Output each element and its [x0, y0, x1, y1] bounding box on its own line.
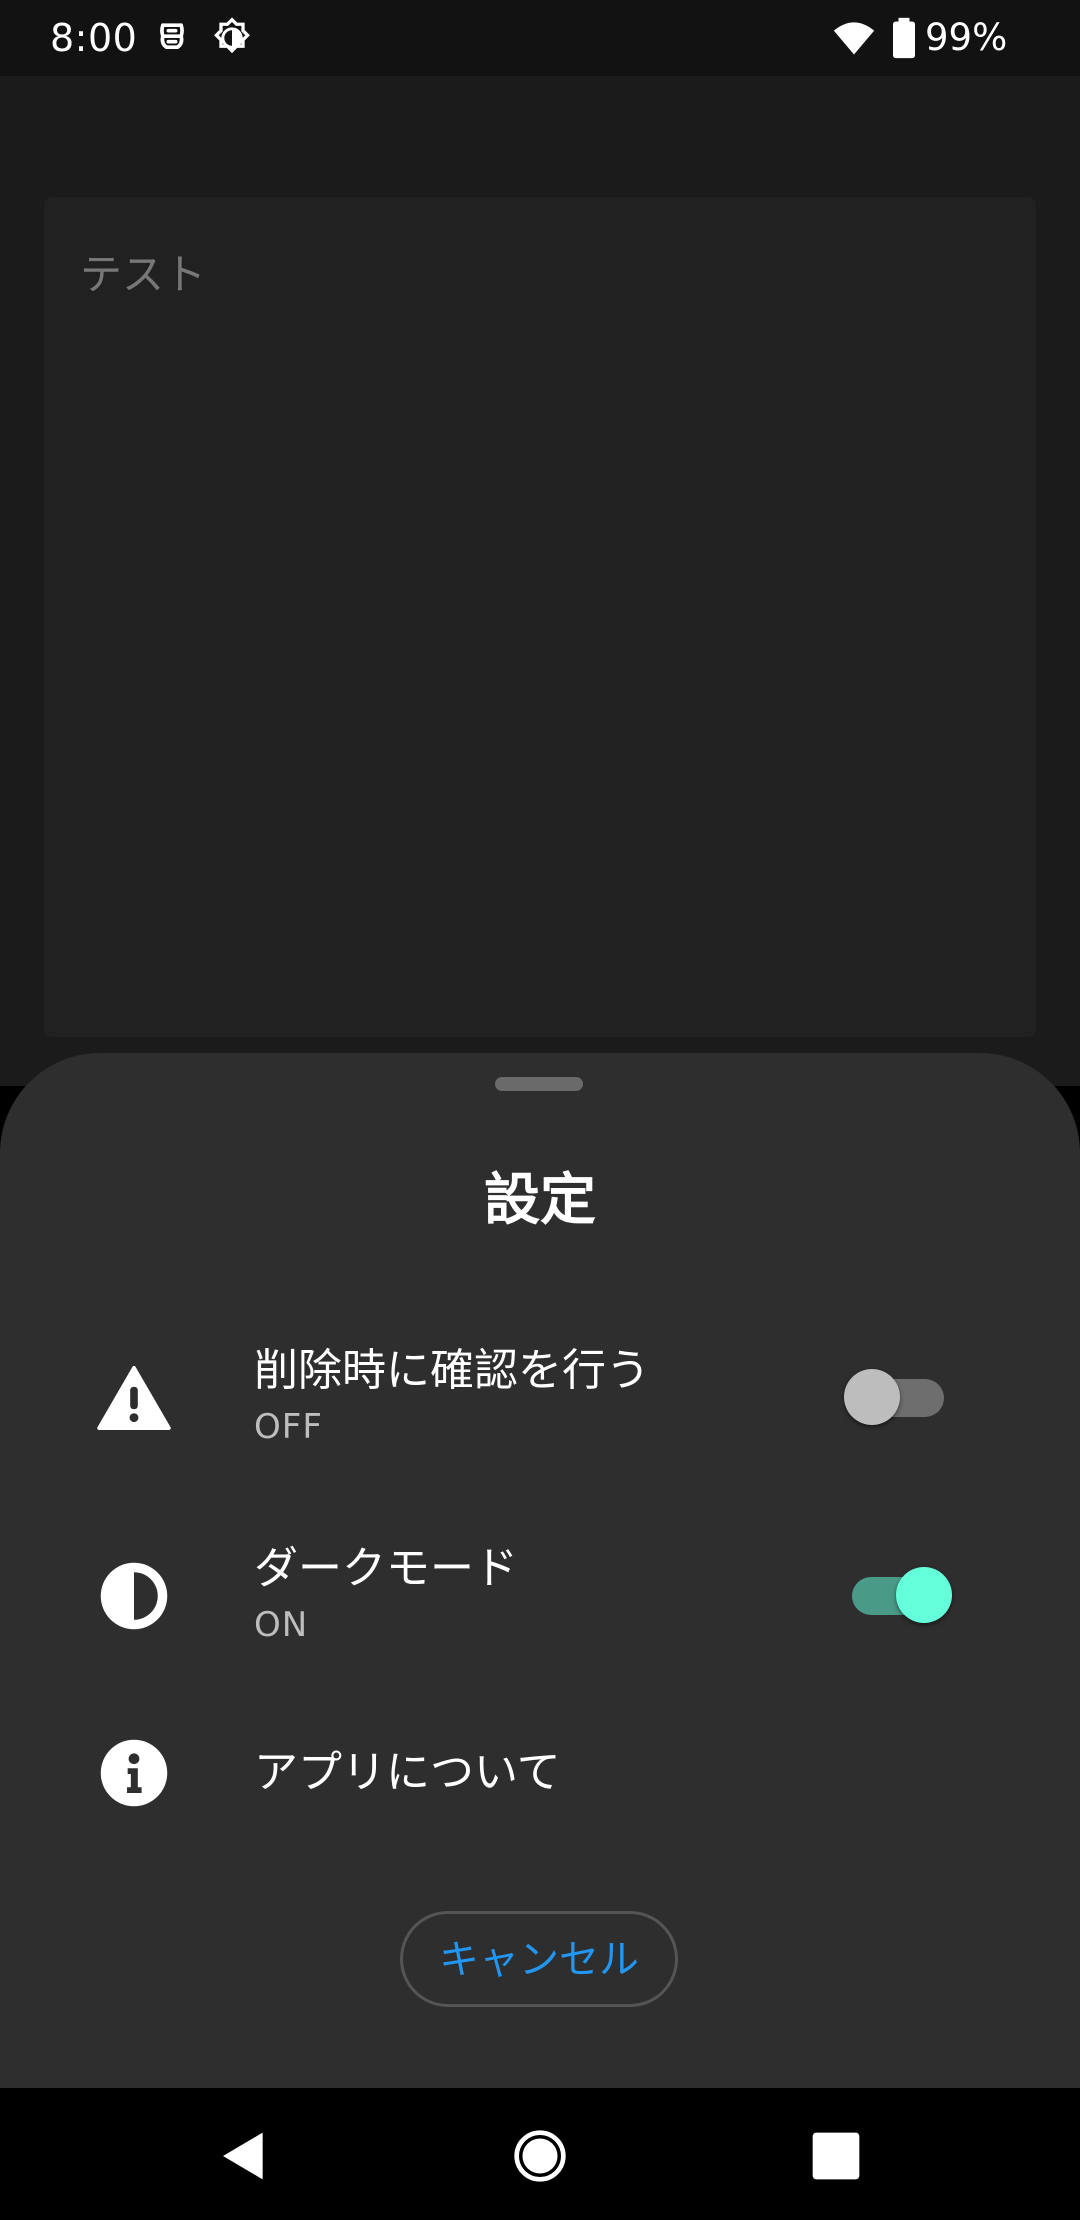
home-icon[interactable]: [512, 2128, 568, 2184]
info-icon: [100, 1739, 168, 1807]
recents-icon[interactable]: [808, 2128, 864, 2184]
setting-title: アプリについて: [254, 1747, 561, 1798]
battery-icon: [893, 17, 915, 59]
navigation-bar: [0, 2088, 1080, 2220]
back-icon[interactable]: [216, 2128, 272, 2184]
note-card[interactable]: テスト: [44, 197, 1036, 1037]
app-background: テスト: [0, 76, 1080, 1086]
sheet-title: 設定: [484, 1168, 596, 1233]
setting-row-confirm-delete[interactable]: 削除時に確認を行う OFF: [0, 1323, 1080, 1473]
settings-bottom-sheet: 設定 削除時に確認を行う OFF ダークモード ON アプリについて キャンセル: [0, 1053, 1080, 2088]
contrast-icon: [100, 1562, 168, 1630]
confirm-delete-toggle[interactable]: [842, 1361, 952, 1431]
setting-row-dark-mode[interactable]: ダークモード ON: [0, 1521, 1080, 1671]
battery-percent: 99%: [925, 16, 1008, 59]
setting-status: ON: [254, 1605, 309, 1645]
cancel-button[interactable]: キャンセル: [400, 1911, 678, 2007]
drag-handle[interactable]: [495, 1077, 583, 1091]
setting-title: 削除時に確認を行う: [254, 1345, 650, 1396]
toggle-thumb: [844, 1369, 900, 1425]
status-bar: 8:00 99%: [0, 0, 1080, 76]
setting-status: OFF: [254, 1407, 323, 1447]
warning-icon: [97, 1366, 171, 1430]
wifi-icon: [833, 22, 875, 55]
setting-row-about-app[interactable]: アプリについて: [0, 1698, 1080, 1848]
dark-mode-toggle[interactable]: [842, 1559, 952, 1629]
data-saver-icon: [160, 23, 184, 49]
brightness-icon: [214, 17, 250, 54]
status-time: 8:00: [50, 16, 138, 60]
toggle-thumb: [896, 1567, 952, 1623]
note-title: テスト: [80, 250, 207, 299]
setting-title: ダークモード: [254, 1543, 518, 1594]
